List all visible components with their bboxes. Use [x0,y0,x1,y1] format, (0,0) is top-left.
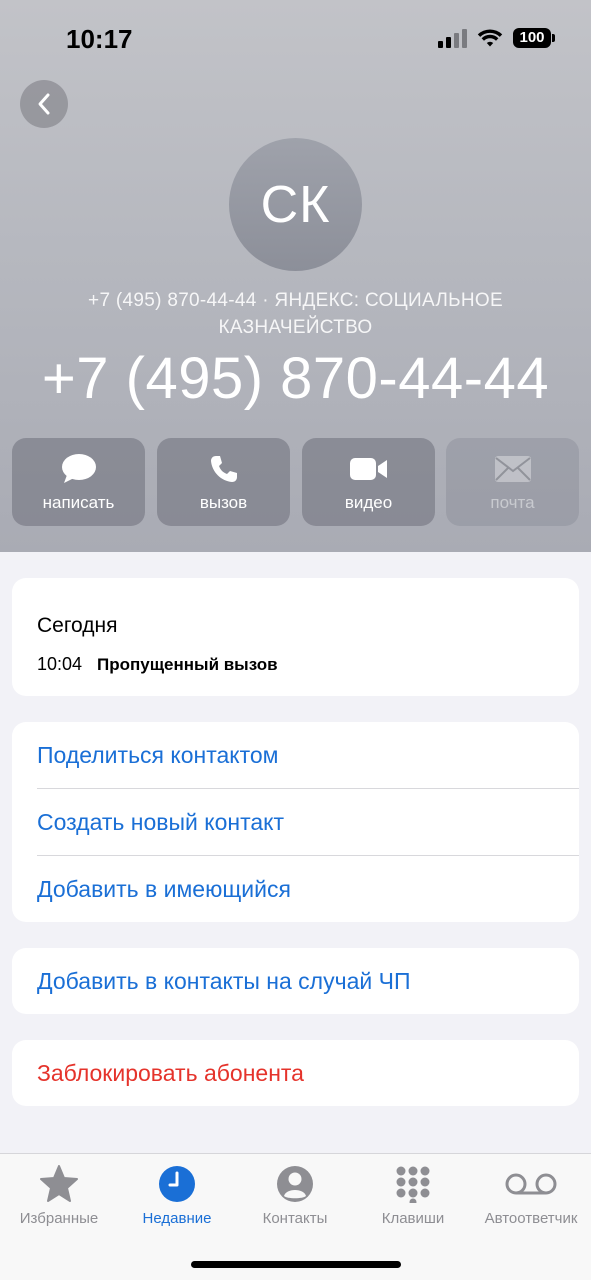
block-caller-card: Заблокировать абонента [12,1040,579,1106]
message-action-label: написать [42,493,115,512]
message-bubble-icon [61,454,96,483]
battery-icon: 100 [513,28,555,48]
phone-icon [210,456,237,482]
tab-bar: Избранные Недавние Контакты Клавиши Авто… [0,1153,591,1280]
mail-action-button[interactable]: почта [446,438,579,526]
status-bar: 10:17 100 [0,0,591,80]
call-action-button[interactable]: вызов [157,438,290,526]
battery-level: 100 [519,29,545,46]
envelope-icon [494,456,531,482]
recent-call-status: Пропущенный вызов [97,655,278,674]
tab-keypad-label: Клавиши [381,1210,445,1227]
add-emergency-contact-button[interactable]: Добавить в контакты на случай ЧП [12,948,579,1014]
tab-contacts[interactable]: Контакты [236,1154,354,1244]
recent-day-heading: Сегодня [37,614,118,637]
recent-call-time: 10:04 [37,654,83,674]
cellular-signal-icon [438,28,467,48]
video-action-label: видео [344,493,393,512]
star-icon [40,1165,78,1202]
call-action-label: вызов [199,493,248,512]
tab-recents-label: Недавние [142,1210,212,1227]
contact-detail-screen: 10:17 100 СК +7 (495) 870-44-44 · ЯНДЕКС… [0,0,591,1280]
share-contact-button[interactable]: Поделиться контактом [12,722,579,788]
keypad-icon [396,1166,430,1203]
tab-voicemail[interactable]: Автоответчик [472,1154,590,1244]
message-action-button[interactable]: написать [12,438,145,526]
recent-calls-card: Сегодня 10:04 Пропущенный вызов [12,578,579,696]
wifi-icon [477,29,503,47]
create-contact-button[interactable]: Создать новый контакт [12,789,579,855]
video-camera-icon [349,458,387,480]
tab-recents[interactable]: Недавние [118,1154,236,1244]
contact-avatar: СК [229,138,362,271]
status-time: 10:17 [66,24,133,54]
tab-keypad[interactable]: Клавиши [354,1154,472,1244]
contact-phone-title: +7 (495) 870-44-44 [41,346,550,411]
video-action-button[interactable]: видео [302,438,435,526]
chevron-left-icon [38,93,50,115]
contact-options-card: Поделиться контактом Создать новый конта… [12,722,579,922]
voicemail-icon [505,1173,557,1195]
add-to-existing-button[interactable]: Добавить в имеющийся [12,856,579,922]
home-indicator[interactable] [191,1261,401,1268]
block-caller-button[interactable]: Заблокировать абонента [12,1040,579,1106]
tab-contacts-label: Контакты [262,1210,328,1227]
person-circle-icon [277,1166,313,1202]
back-button[interactable] [20,80,68,128]
contact-header: 10:17 100 СК +7 (495) 870-44-44 · ЯНДЕКС… [0,0,591,552]
status-icons: 100 [438,28,555,48]
mail-action-label: почта [490,493,535,512]
clock-icon [159,1166,195,1202]
emergency-contact-card: Добавить в контакты на случай ЧП [12,948,579,1014]
contact-subtitle: +7 (495) 870-44-44 · ЯНДЕКС: СОЦИАЛЬНОЕ … [88,290,503,338]
tab-favorites-label: Избранные [19,1210,99,1227]
tab-voicemail-label: Автоответчик [484,1210,578,1227]
tab-favorites[interactable]: Избранные [0,1154,118,1244]
quick-actions: написать вызов видео почта [12,438,579,526]
